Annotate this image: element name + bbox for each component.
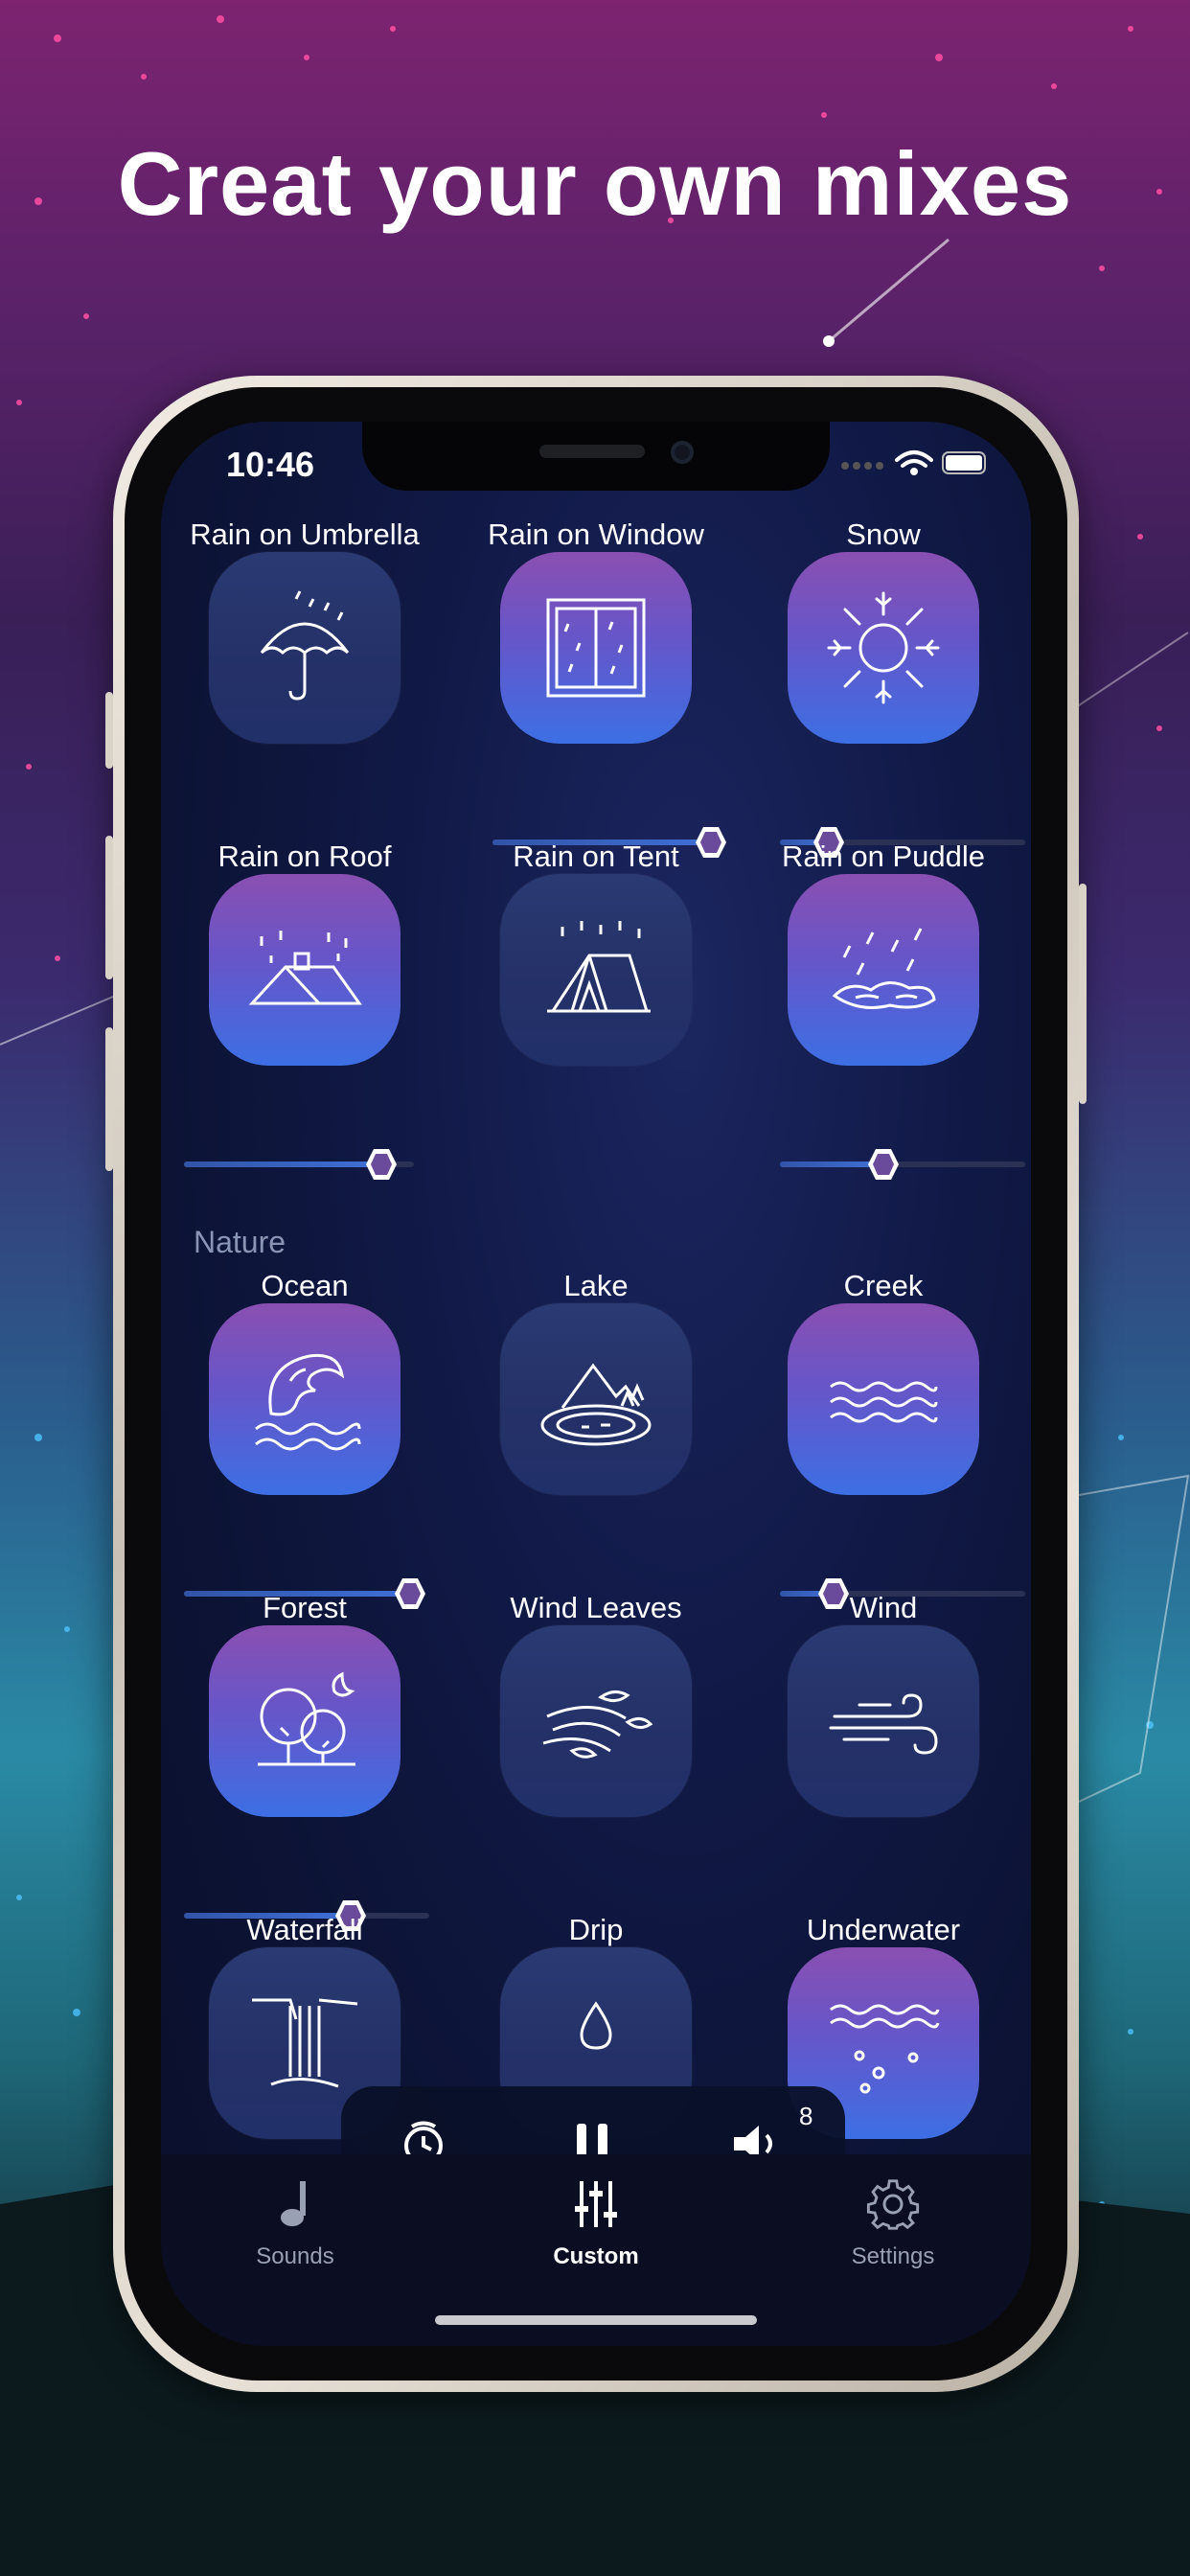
wind-leaves-icon[interactable] [500,1625,692,1817]
power-button [1079,884,1087,1104]
tab-label: Custom [553,2243,639,2269]
slider-knob[interactable] [365,1148,398,1181]
snowflake-icon[interactable] [788,552,979,744]
wave-icon[interactable] [209,1303,400,1495]
umbrella-rain-icon[interactable] [209,552,400,744]
volume-down-button [105,1027,113,1171]
tab-sounds[interactable]: Sounds [199,2177,391,2270]
tile-label: Ocean [261,1269,349,1302]
sliders-icon [575,2181,617,2227]
puddle-rain-icon[interactable] [788,874,979,1066]
tile-label: Underwater [806,1913,961,1946]
tile-label: Drip [568,1913,624,1946]
tile-label: Rain on Roof [217,840,392,873]
section-title-nature: Nature [194,1225,286,1259]
tab-custom[interactable]: Custom [500,2177,692,2270]
tile-label: Wind [849,1591,918,1624]
sound-grid: Rain on Umbrella Rain on Window Snow Rai… [161,422,1031,2346]
roof-rain-icon[interactable] [209,874,400,1066]
volume-slider-rain-on-roof[interactable] [184,1148,414,1181]
tab-label: Sounds [256,2243,334,2269]
phone-frame: 10:46 Rain on Umbrella Rain on Window Sn… [105,376,1087,2392]
tile-label: Creek [843,1269,924,1302]
tent-rain-icon[interactable] [500,874,692,1066]
home-indicator [435,2315,757,2325]
slider-knob[interactable] [867,1148,900,1181]
tile-label: Snow [846,518,921,551]
creek-waves-icon[interactable] [788,1303,979,1495]
wind-icon[interactable] [788,1625,979,1817]
active-sound-count: 8 [799,2102,813,2130]
tab-label: Settings [851,2243,935,2269]
lake-mountain-icon[interactable] [500,1303,692,1495]
tile-label: Forest [263,1591,347,1624]
headline: Creat your own mixes [117,133,1073,234]
tile-label: Wind Leaves [510,1591,682,1624]
tile-label: Lake [563,1269,629,1302]
volume-up-button [105,836,113,979]
tile-label: Rain on Tent [513,840,679,873]
gear-icon [866,2179,920,2230]
forest-moon-icon[interactable] [209,1625,400,1817]
tile-label: Waterfall [246,1913,363,1946]
tile-label: Rain on Puddle [782,840,985,873]
tab-settings[interactable]: Settings [797,2177,989,2270]
mute-switch [105,692,113,769]
tile-label: Rain on Window [488,518,704,551]
music-note-icon [281,2181,306,2226]
volume-slider-rain-on-puddle[interactable] [780,1148,1025,1181]
tile-label: Rain on Umbrella [190,518,420,551]
app-screen: 10:46 Rain on Umbrella Rain on Window Sn… [161,422,1031,2346]
window-rain-icon[interactable] [500,552,692,744]
tab-bar: Sounds Custom Settings [161,2154,1031,2346]
